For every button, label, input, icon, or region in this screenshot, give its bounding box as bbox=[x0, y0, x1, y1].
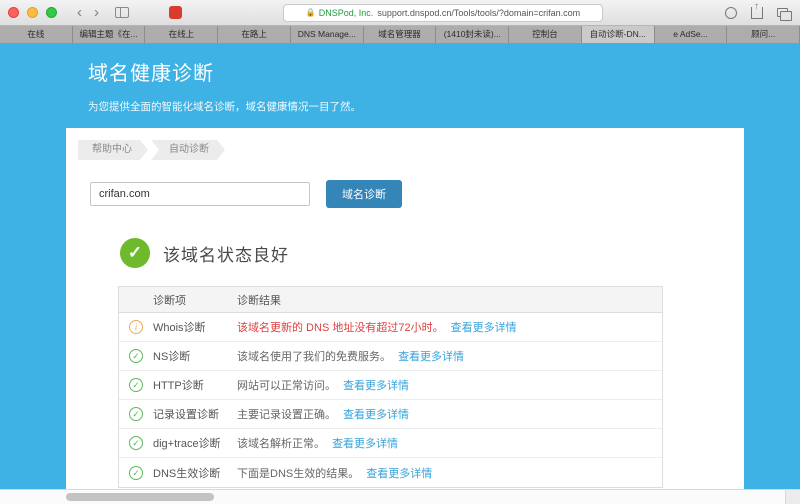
diagnosis-name: HTTP诊断 bbox=[153, 380, 204, 392]
status-heading: 该域名状态良好 bbox=[163, 245, 289, 265]
address-bar[interactable]: 🔒 DNSPod, Inc. support.dnspod.cn/Tools/t… bbox=[283, 3, 603, 22]
hero-banner: 域名健康诊断 为您提供全面的智能化域名诊断，域名健康情况一目了然。 bbox=[0, 44, 800, 128]
header-item: 诊断项 bbox=[153, 294, 186, 307]
back-button[interactable]: ‹ bbox=[71, 5, 88, 20]
table-row: ✓ DNS生效诊断 下面是DNS生效的结果。 查看更多详情 bbox=[119, 458, 662, 487]
diagnosis-result: 该域名使用了我们的免费服务。 bbox=[237, 351, 391, 363]
breadcrumb-help-center[interactable]: 帮助中心 bbox=[78, 140, 148, 160]
table-row: ✓ 记录设置诊断 主要记录设置正确。 查看更多详情 bbox=[119, 400, 662, 429]
browser-tab[interactable]: 域名管理器 bbox=[363, 26, 437, 43]
browser-tab[interactable]: 顾问... bbox=[727, 26, 800, 43]
table-header: 诊断项 诊断结果 bbox=[119, 287, 662, 313]
extension-circle-icon[interactable] bbox=[725, 6, 737, 19]
browser-tab[interactable]: (1410封未读)... bbox=[436, 26, 510, 43]
diagnosis-result: 网站可以正常访问。 bbox=[237, 380, 336, 392]
breadcrumb-auto-diagnosis[interactable]: 自动诊断 bbox=[151, 140, 225, 160]
diagnosis-name: DNS生效诊断 bbox=[153, 467, 221, 480]
table-row: i Whois诊断 该域名更新的 DNS 地址没有超过72小时。 查看更多详情 bbox=[119, 313, 662, 342]
breadcrumb: 帮助中心 自动诊断 bbox=[66, 128, 744, 160]
minimize-window-button[interactable] bbox=[27, 7, 38, 18]
scrollbar-thumb[interactable] bbox=[66, 493, 214, 501]
warning-icon: i bbox=[129, 320, 143, 334]
status-summary: ✓ 该域名状态良好 bbox=[120, 238, 744, 268]
table-row: ✓ NS诊断 该域名使用了我们的免费服务。 查看更多详情 bbox=[119, 342, 662, 371]
browser-tab[interactable]: 编辑主题《在... bbox=[72, 26, 146, 43]
tab-bar: 在线 编辑主题《在... 在线上 在路上 DNS Manage... 域名管理器… bbox=[0, 26, 800, 43]
diagnose-button[interactable]: 域名诊断 bbox=[326, 180, 402, 208]
diagnosis-name: 记录设置诊断 bbox=[153, 409, 219, 421]
diagnosis-result: 该域名更新的 DNS 地址没有超过72小时。 bbox=[237, 322, 444, 334]
browser-toolbar: ‹ › 🔒 DNSPod, Inc. support.dnspod.cn/Too… bbox=[0, 0, 800, 26]
check-icon: ✓ bbox=[129, 349, 143, 363]
diagnosis-table: 诊断项 诊断结果 i Whois诊断 该域名更新的 DNS 地址没有超过72小时… bbox=[118, 286, 663, 488]
diagnosis-result: 主要记录设置正确。 bbox=[237, 409, 336, 421]
window-controls bbox=[8, 7, 57, 18]
more-details-link[interactable]: 查看更多详情 bbox=[343, 380, 409, 392]
table-row: ✓ HTTP诊断 网站可以正常访问。 查看更多详情 bbox=[119, 371, 662, 400]
tab-overview-icon[interactable] bbox=[777, 8, 792, 21]
page-subtitle: 为您提供全面的智能化域名诊断，域名健康情况一目了然。 bbox=[88, 101, 361, 113]
browser-tab[interactable]: 在线 bbox=[0, 26, 73, 43]
browser-tab[interactable]: 在线上 bbox=[145, 26, 219, 43]
browser-tab[interactable]: 控制台 bbox=[509, 26, 582, 43]
browser-tab[interactable]: 在路上 bbox=[218, 26, 291, 43]
diagnosis-name: dig+trace诊断 bbox=[153, 438, 221, 450]
diagnosis-form: 域名诊断 bbox=[90, 180, 744, 208]
page-url: support.dnspod.cn/Tools/tools/?domain=cr… bbox=[377, 7, 581, 18]
table-row: ✓ dig+trace诊断 该域名解析正常。 查看更多详情 bbox=[119, 429, 662, 458]
more-details-link[interactable]: 查看更多详情 bbox=[398, 351, 464, 363]
check-icon: ✓ bbox=[129, 436, 143, 450]
certificate-name: DNSPod, Inc. bbox=[318, 7, 374, 18]
share-icon[interactable] bbox=[751, 1, 763, 19]
more-details-link[interactable]: 查看更多详情 bbox=[343, 409, 409, 421]
scrollbar-corner bbox=[785, 490, 800, 504]
check-icon: ✓ bbox=[129, 378, 143, 392]
page-background: 域名健康诊断 为您提供全面的智能化域名诊断，域名健康情况一目了然。 帮助中心 自… bbox=[0, 44, 800, 504]
browser-tab[interactable]: e AdSe... bbox=[654, 26, 728, 43]
domain-input[interactable] bbox=[90, 182, 310, 206]
check-icon: ✓ bbox=[129, 407, 143, 421]
check-icon: ✓ bbox=[129, 465, 143, 480]
content-card: 帮助中心 自动诊断 域名诊断 ✓ 该域名状态良好 诊断项 诊断结果 i Whoi… bbox=[66, 128, 744, 504]
zoom-window-button[interactable] bbox=[46, 7, 57, 18]
horizontal-scrollbar[interactable] bbox=[0, 489, 800, 504]
header-result: 诊断结果 bbox=[237, 294, 281, 307]
more-details-link[interactable]: 查看更多详情 bbox=[366, 468, 432, 480]
forward-button[interactable]: › bbox=[88, 5, 105, 20]
diagnosis-name: Whois诊断 bbox=[153, 322, 206, 334]
status-ok-icon: ✓ bbox=[120, 238, 150, 268]
diagnosis-result: 该域名解析正常。 bbox=[237, 438, 325, 450]
close-window-button[interactable] bbox=[8, 7, 19, 18]
diagnosis-name: NS诊断 bbox=[153, 351, 191, 363]
more-details-link[interactable]: 查看更多详情 bbox=[332, 438, 398, 450]
lock-icon: 🔒 bbox=[305, 8, 316, 17]
extension-red-icon[interactable] bbox=[169, 6, 182, 19]
sidebar-icon[interactable] bbox=[115, 7, 129, 18]
page-title: 域名健康诊断 bbox=[88, 63, 214, 85]
diagnosis-result: 下面是DNS生效的结果。 bbox=[237, 467, 360, 480]
browser-tab[interactable]: DNS Manage... bbox=[290, 26, 364, 43]
browser-tab-active[interactable]: 自动诊断-DN... bbox=[581, 26, 655, 43]
more-details-link[interactable]: 查看更多详情 bbox=[451, 322, 517, 334]
